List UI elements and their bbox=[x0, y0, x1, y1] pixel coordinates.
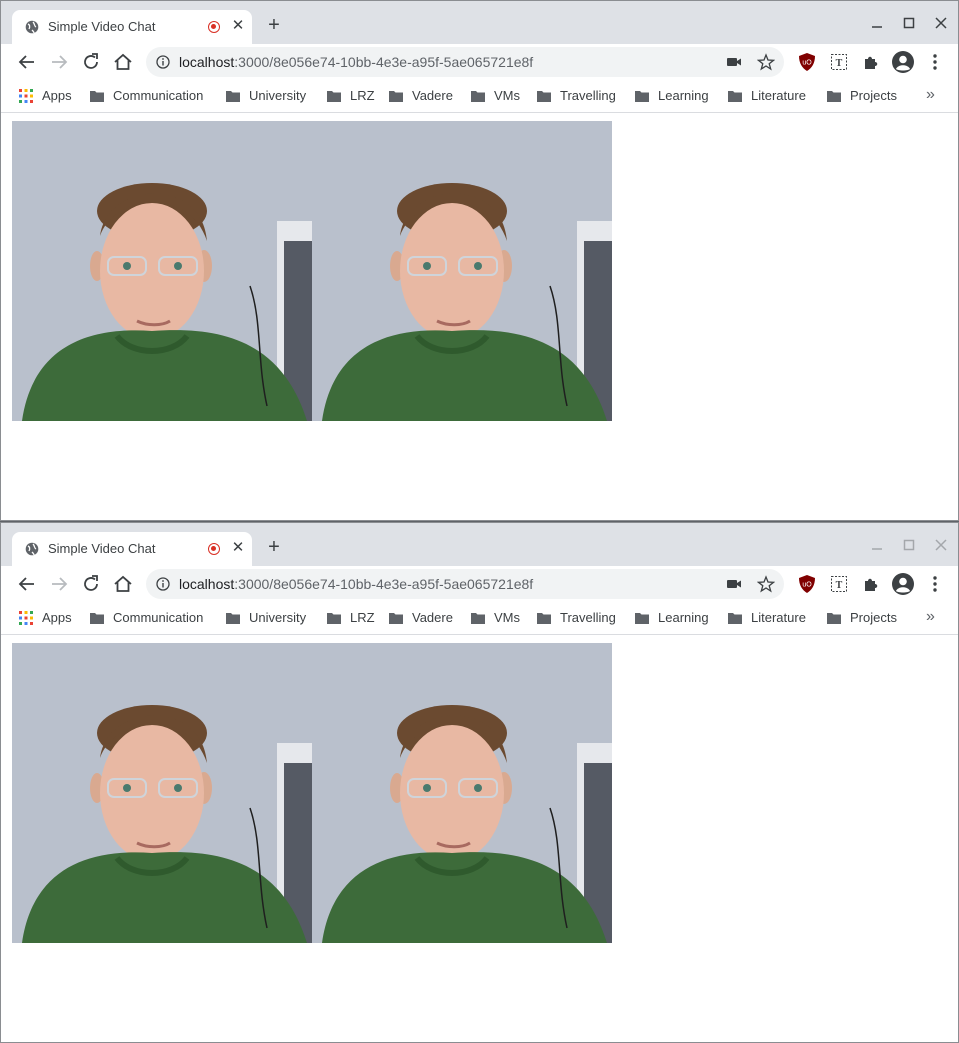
info-icon[interactable] bbox=[156, 577, 170, 591]
minimize-button[interactable] bbox=[866, 534, 888, 556]
globe-icon bbox=[25, 20, 39, 34]
folder-icon bbox=[728, 91, 742, 102]
webcam-frame-image bbox=[12, 121, 312, 421]
bookmark-star-icon[interactable] bbox=[757, 53, 775, 71]
back-button[interactable] bbox=[15, 572, 39, 596]
reload-button[interactable] bbox=[79, 572, 103, 596]
folder-icon bbox=[635, 613, 649, 624]
extensions-puzzle-icon[interactable] bbox=[861, 52, 881, 72]
profile-avatar-icon[interactable] bbox=[891, 50, 915, 74]
folder-icon bbox=[537, 91, 551, 102]
new-tab-button[interactable]: + bbox=[263, 14, 285, 36]
folder-icon bbox=[327, 91, 341, 102]
folder-icon bbox=[90, 91, 104, 102]
recording-indicator-icon bbox=[208, 543, 220, 555]
browser-window-bottom: Simple Video Chat ✕ + localhost:3000/8e0… bbox=[0, 522, 959, 1043]
bookmark-star-icon[interactable] bbox=[757, 575, 775, 593]
url-text[interactable]: localhost:3000/8e056e74-10bb-4e3e-a95f-5… bbox=[179, 576, 533, 592]
webcam-frame-image bbox=[312, 121, 612, 421]
apps-grid-icon bbox=[19, 611, 33, 625]
tab-simple-video-chat[interactable]: Simple Video Chat ✕ bbox=[12, 532, 252, 566]
url-text[interactable]: localhost:3000/8e056e74-10bb-4e3e-a95f-5… bbox=[179, 54, 533, 70]
folder-icon bbox=[389, 91, 403, 102]
recording-indicator-icon bbox=[208, 21, 220, 33]
address-bar[interactable]: localhost:3000/8e056e74-10bb-4e3e-a95f-5… bbox=[146, 47, 784, 77]
folder-icon bbox=[389, 613, 403, 624]
reload-button[interactable] bbox=[79, 50, 103, 74]
new-tab-button[interactable]: + bbox=[263, 536, 285, 558]
extensions-puzzle-icon[interactable] bbox=[861, 574, 881, 594]
close-window-button[interactable] bbox=[930, 534, 952, 556]
tab-close-icon[interactable]: ✕ bbox=[230, 17, 246, 35]
folder-icon bbox=[226, 613, 240, 624]
home-button[interactable] bbox=[111, 50, 135, 74]
tab-simple-video-chat[interactable]: Simple Video Chat ✕ bbox=[12, 10, 252, 44]
remote-video bbox=[312, 643, 612, 943]
camera-in-use-icon[interactable] bbox=[726, 577, 742, 591]
remote-video bbox=[312, 121, 612, 421]
text-extension-icon[interactable]: T bbox=[829, 574, 849, 594]
ublock-origin-icon[interactable]: uO bbox=[797, 574, 817, 594]
menu-kebab-icon[interactable] bbox=[927, 52, 943, 72]
camera-in-use-icon[interactable] bbox=[726, 55, 742, 69]
bookmarks-overflow-button[interactable]: » bbox=[926, 608, 935, 626]
bookmarks-overflow-button[interactable]: » bbox=[926, 86, 935, 104]
page-content bbox=[1, 636, 958, 1042]
profile-avatar-icon[interactable] bbox=[891, 572, 915, 596]
home-button[interactable] bbox=[111, 572, 135, 596]
webcam-frame-image bbox=[312, 643, 612, 943]
info-icon[interactable] bbox=[156, 55, 170, 69]
svg-text:T: T bbox=[836, 58, 843, 69]
page-content bbox=[1, 114, 958, 520]
tab-close-icon[interactable]: ✕ bbox=[230, 539, 246, 557]
tab-strip: Simple Video Chat ✕ + bbox=[1, 523, 958, 566]
toolbar: localhost:3000/8e056e74-10bb-4e3e-a95f-5… bbox=[1, 44, 958, 80]
tab-strip: Simple Video Chat ✕ + bbox=[1, 1, 958, 44]
forward-button[interactable] bbox=[47, 572, 71, 596]
text-extension-icon[interactable]: T bbox=[829, 52, 849, 72]
close-window-button[interactable] bbox=[930, 12, 952, 34]
tab-title: Simple Video Chat bbox=[48, 541, 156, 556]
maximize-button[interactable] bbox=[898, 534, 920, 556]
folder-icon bbox=[226, 91, 240, 102]
address-bar[interactable]: localhost:3000/8e056e74-10bb-4e3e-a95f-5… bbox=[146, 569, 784, 599]
folder-icon bbox=[471, 91, 485, 102]
browser-window-top: Simple Video Chat ✕ + localhost:3000/8e0… bbox=[0, 0, 959, 521]
folder-icon bbox=[327, 613, 341, 624]
folder-icon bbox=[827, 91, 841, 102]
svg-text:uO: uO bbox=[802, 582, 812, 589]
folder-icon bbox=[728, 613, 742, 624]
local-video bbox=[12, 643, 312, 943]
folder-icon bbox=[537, 613, 551, 624]
svg-text:uO: uO bbox=[802, 60, 812, 67]
maximize-button[interactable] bbox=[898, 12, 920, 34]
toolbar: localhost:3000/8e056e74-10bb-4e3e-a95f-5… bbox=[1, 566, 958, 602]
folder-icon bbox=[90, 613, 104, 624]
back-button[interactable] bbox=[15, 50, 39, 74]
forward-button[interactable] bbox=[47, 50, 71, 74]
folder-icon bbox=[635, 91, 649, 102]
folder-icon bbox=[471, 613, 485, 624]
globe-icon bbox=[25, 542, 39, 556]
folder-icon bbox=[827, 613, 841, 624]
apps-grid-icon bbox=[19, 89, 33, 103]
bookmarks-bar: Apps Communication University LRZ Vadere… bbox=[1, 602, 958, 635]
svg-text:T: T bbox=[836, 580, 843, 591]
minimize-button[interactable] bbox=[866, 12, 888, 34]
webcam-frame-image bbox=[12, 643, 312, 943]
ublock-origin-icon[interactable]: uO bbox=[797, 52, 817, 72]
bookmarks-bar: Apps Communication University LRZ Vadere… bbox=[1, 80, 958, 113]
tab-title: Simple Video Chat bbox=[48, 19, 156, 34]
local-video bbox=[12, 121, 312, 421]
menu-kebab-icon[interactable] bbox=[927, 574, 943, 594]
